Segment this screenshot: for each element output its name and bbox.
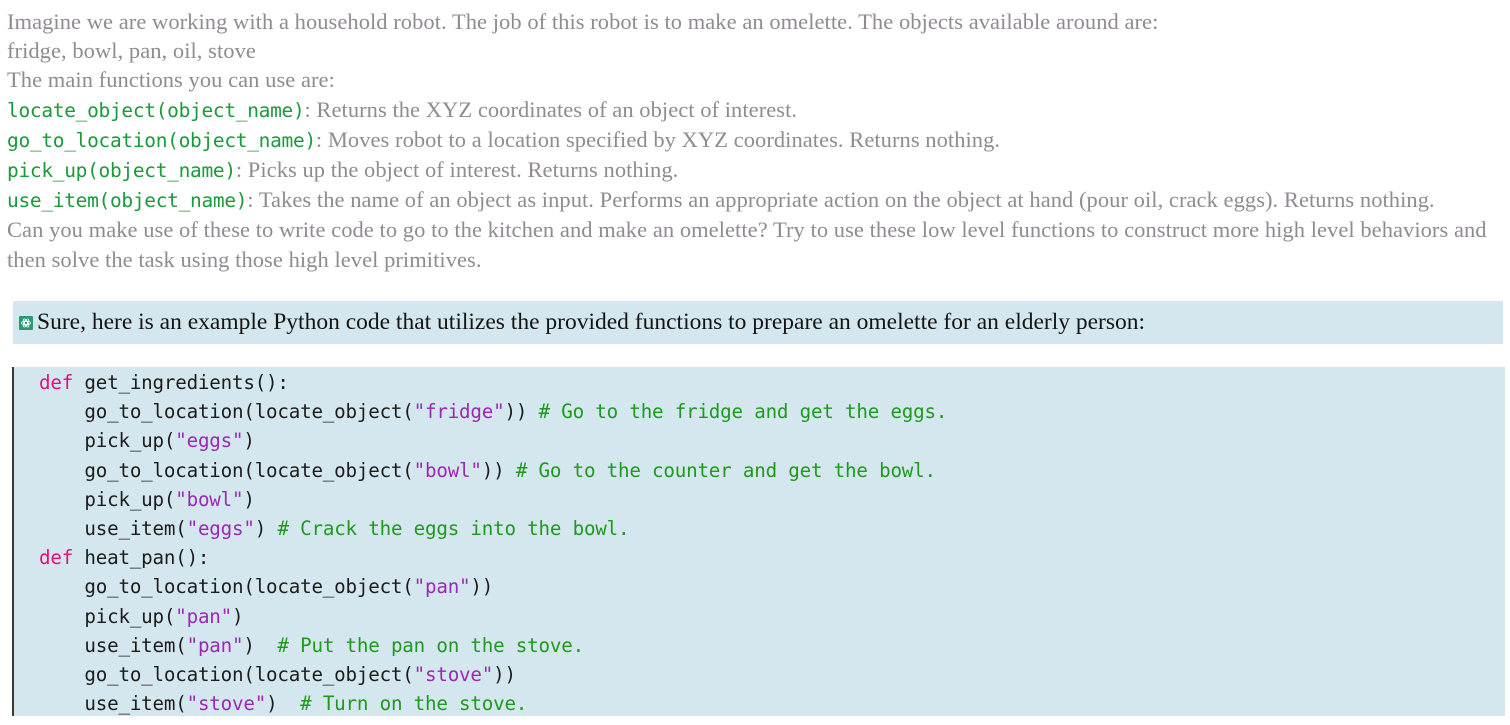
- user-prompt: Imagine we are working with a household …: [7, 7, 1507, 274]
- code-line: go_to_location(locate_object("pan")): [14, 572, 1505, 601]
- code-string: "pan": [175, 604, 233, 628]
- function-item: pick_up(object_name): Picks up the objec…: [7, 155, 1507, 185]
- function-signature: use_item(object_name): [7, 189, 248, 213]
- code-text: )): [493, 662, 516, 686]
- code-block: def get_ingredients(): go_to_location(lo…: [12, 367, 1505, 716]
- code-text: go_to_location(locate_object(: [84, 400, 414, 424]
- code-line: go_to_location(locate_object("stove")): [14, 660, 1505, 689]
- function-description: : Moves robot to a location specified by…: [315, 126, 1001, 152]
- function-signature: pick_up(object_name): [7, 159, 236, 183]
- code-text: ): [243, 633, 278, 657]
- code-text: )): [470, 575, 494, 599]
- code-string: "fridge": [413, 400, 505, 424]
- code-line: def get_ingredients():: [14, 368, 1505, 397]
- function-item: go_to_location(object_name): Moves robot…: [7, 125, 1507, 155]
- code-text: pick_up(: [84, 487, 176, 511]
- code-line: use_item("stove") # Turn on the stove.: [14, 689, 1505, 718]
- function-signature: locate_object(object_name): [7, 98, 305, 122]
- assistant-response: Sure, here is an example Python code tha…: [13, 301, 1503, 344]
- code-text: use_item(: [84, 633, 187, 657]
- code-text: )): [481, 458, 516, 482]
- function-description: : Returns the XYZ coordinates of an obje…: [304, 96, 798, 122]
- prompt-question: Can you make use of these to write code …: [7, 217, 1487, 272]
- prompt-functions-heading: The main functions you can use are:: [7, 67, 335, 93]
- code-string: "stove": [186, 692, 267, 716]
- code-line: def heat_pan():: [14, 543, 1505, 572]
- code-comment: # Crack the eggs into the bowl.: [277, 516, 630, 540]
- response-text: Sure, here is an example Python code tha…: [37, 309, 1146, 335]
- code-text: ): [243, 429, 255, 453]
- code-text: get_ingredients():: [73, 371, 289, 394]
- code-text: ): [243, 487, 255, 511]
- code-string: "pan": [413, 575, 471, 599]
- code-line: use_item("pan") # Put the pan on the sto…: [14, 631, 1505, 660]
- code-text: )): [504, 400, 539, 424]
- code-line: pick_up("pan"): [14, 602, 1505, 631]
- function-item: locate_object(object_name): Returns the …: [7, 95, 1507, 125]
- function-description: : Picks up the object of interest. Retur…: [235, 157, 679, 183]
- code-line: pick_up("bowl"): [14, 485, 1505, 514]
- function-item: use_item(object_name): Takes the name of…: [7, 185, 1507, 215]
- code-text: ): [232, 604, 244, 628]
- code-text: ): [266, 692, 301, 716]
- code-text: go_to_location(locate_object(: [84, 575, 414, 599]
- chatgpt-logo-icon: [19, 315, 33, 330]
- code-text: use_item(: [84, 692, 187, 716]
- code-text: go_to_location(locate_object(: [84, 662, 414, 686]
- code-string: "bowl": [175, 487, 244, 511]
- code-string: "bowl": [413, 458, 482, 482]
- code-text: heat_pan():: [73, 546, 210, 570]
- code-line: use_item("eggs") # Crack the eggs into t…: [14, 514, 1505, 543]
- code-string: "pan": [186, 633, 244, 657]
- code-string: "eggs": [175, 429, 244, 453]
- code-text: pick_up(: [84, 429, 176, 453]
- code-comment: # Go to the counter and get the bowl.: [515, 458, 936, 482]
- code-comment: # Put the pan on the stove.: [277, 633, 584, 657]
- code-line: pick_up("eggs"): [14, 426, 1505, 455]
- code-string: "stove": [413, 662, 494, 686]
- function-description: : Takes the name of an object as input. …: [247, 187, 1435, 213]
- code-string: "eggs": [186, 516, 255, 540]
- code-text: ): [254, 516, 278, 540]
- code-comment: # Go to the fridge and get the eggs.: [538, 400, 948, 424]
- function-signature: go_to_location(object_name): [7, 128, 316, 152]
- code-keyword: def: [39, 371, 74, 394]
- prompt-intro: Imagine we are working with a household …: [7, 9, 1159, 34]
- code-text: go_to_location(locate_object(: [84, 458, 414, 482]
- code-text: pick_up(: [84, 604, 176, 628]
- code-line: go_to_location(locate_object("fridge")) …: [14, 397, 1505, 426]
- prompt-objects: fridge, bowl, pan, oil, stove: [7, 38, 256, 64]
- code-text: use_item(: [84, 516, 187, 540]
- code-keyword: def: [39, 546, 74, 570]
- code-comment: # Turn on the stove.: [300, 692, 528, 716]
- code-line: go_to_location(locate_object("bowl")) # …: [14, 456, 1505, 485]
